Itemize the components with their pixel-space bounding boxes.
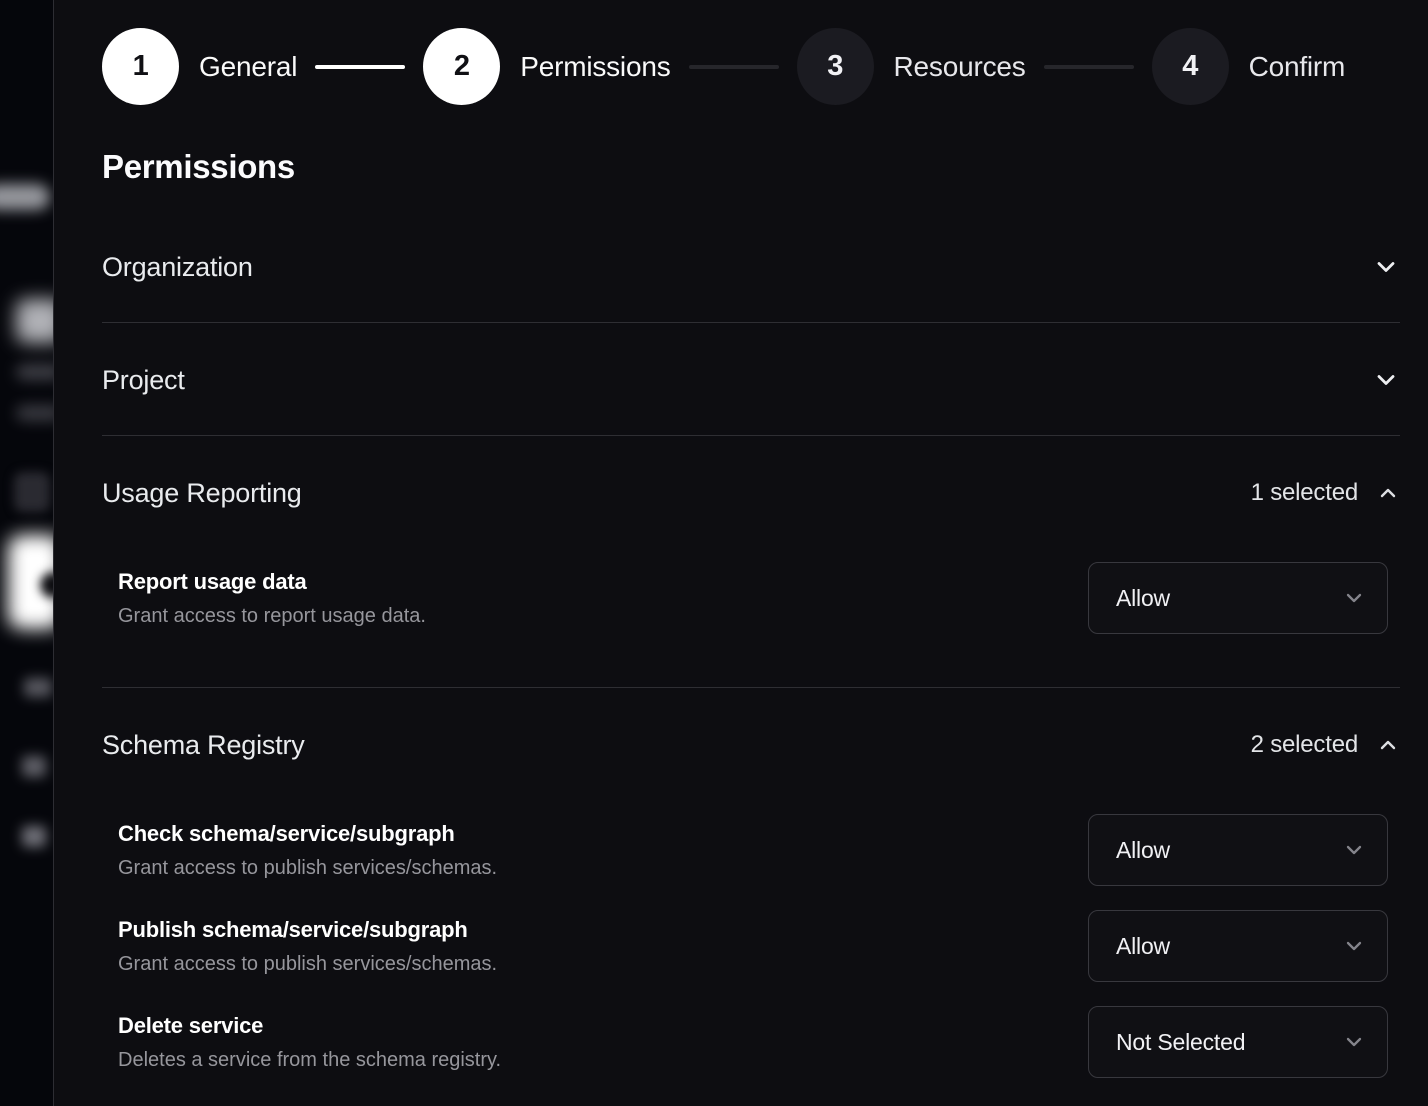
permission-row-check-schema: Check schema/service/subgraph Grant acce…: [118, 814, 1388, 886]
chevron-down-icon: [1342, 1030, 1366, 1054]
section-project: Project: [102, 323, 1400, 436]
permission-description: Grant access to publish services/schemas…: [118, 856, 497, 880]
permission-description: Deletes a service from the schema regist…: [118, 1048, 501, 1072]
step-permissions[interactable]: 2 Permissions: [423, 28, 670, 105]
wizard-stepper: 1 General 2 Permissions 3 Resources 4 Co…: [102, 28, 1400, 105]
step-number-circle: 3: [797, 28, 874, 105]
permission-select-publish-schema[interactable]: Allow: [1088, 910, 1388, 982]
blurred-sidebar-icon: [14, 472, 50, 512]
step-resources[interactable]: 3 Resources: [797, 28, 1026, 105]
screen: 1 General 2 Permissions 3 Resources 4 Co…: [0, 0, 1428, 1106]
permission-description: Grant access to publish services/schemas…: [118, 952, 497, 976]
permission-description: Grant access to report usage data.: [118, 604, 426, 628]
permission-list: Report usage data Grant access to report…: [102, 562, 1400, 687]
blurred-sidebar-item: [16, 299, 54, 343]
permission-select-check-schema[interactable]: Allow: [1088, 814, 1388, 886]
select-value: Not Selected: [1116, 1029, 1245, 1056]
step-number-circle: 1: [102, 28, 179, 105]
chevron-up-icon: [1376, 733, 1400, 757]
step-connector: [1044, 65, 1134, 69]
section-schema-registry-header[interactable]: Schema Registry 2 selected: [102, 688, 1400, 760]
step-number-circle: 2: [423, 28, 500, 105]
permission-name: Delete service: [118, 1013, 501, 1039]
blurred-sidebar-item: [22, 826, 46, 847]
chevron-down-icon: [1372, 366, 1400, 394]
permission-sections: Organization Project: [102, 210, 1400, 1106]
selected-count-badge: 2 selected: [1251, 731, 1358, 759]
step-general[interactable]: 1 General: [102, 28, 297, 105]
background-sidebar: [0, 0, 54, 1106]
step-label: Confirm: [1249, 51, 1346, 83]
step-label: General: [199, 51, 297, 83]
page-title: Permissions: [102, 148, 1400, 186]
chevron-down-icon: [1342, 934, 1366, 958]
chevron-down-icon: [1342, 586, 1366, 610]
chevron-up-icon: [1376, 481, 1400, 505]
section-organization: Organization: [102, 210, 1400, 323]
permission-name: Report usage data: [118, 569, 426, 595]
section-schema-registry: Schema Registry 2 selected Check schema/…: [102, 688, 1400, 1106]
blurred-sidebar-item: [22, 756, 46, 777]
selected-count-badge: 1 selected: [1251, 479, 1358, 507]
step-label: Resources: [894, 51, 1026, 83]
blurred-sidebar-item: [0, 184, 50, 210]
chevron-down-icon: [1372, 253, 1400, 281]
step-number-circle: 4: [1152, 28, 1229, 105]
section-project-header[interactable]: Project: [102, 323, 1400, 435]
blurred-sidebar-item: [16, 405, 54, 421]
permission-row-delete-service: Delete service Deletes a service from th…: [118, 1006, 1388, 1078]
section-organization-header[interactable]: Organization: [102, 210, 1400, 322]
permission-name: Publish schema/service/subgraph: [118, 917, 497, 943]
step-connector: [689, 65, 779, 69]
blurred-sidebar-item: [16, 364, 54, 380]
step-label: Permissions: [520, 51, 670, 83]
blurred-sidebar-item: [24, 678, 52, 697]
section-usage-reporting: Usage Reporting 1 selected Report usage …: [102, 436, 1400, 688]
permission-select-delete-service[interactable]: Not Selected: [1088, 1006, 1388, 1078]
section-title: Project: [102, 365, 185, 395]
section-title: Schema Registry: [102, 730, 305, 760]
select-value: Allow: [1116, 585, 1170, 612]
section-usage-reporting-header[interactable]: Usage Reporting 1 selected: [102, 436, 1400, 508]
permission-name: Check schema/service/subgraph: [118, 821, 497, 847]
step-connector: [315, 65, 405, 69]
permission-list: Check schema/service/subgraph Grant acce…: [102, 814, 1400, 1106]
chevron-down-icon: [1342, 838, 1366, 862]
section-title: Usage Reporting: [102, 478, 302, 508]
permission-row-report-usage-data: Report usage data Grant access to report…: [118, 562, 1388, 634]
step-confirm[interactable]: 4 Confirm: [1152, 28, 1346, 105]
select-value: Allow: [1116, 837, 1170, 864]
wizard-panel: 1 General 2 Permissions 3 Resources 4 Co…: [54, 0, 1428, 1106]
permission-select-report-usage-data[interactable]: Allow: [1088, 562, 1388, 634]
permission-row-publish-schema: Publish schema/service/subgraph Grant ac…: [118, 910, 1388, 982]
select-value: Allow: [1116, 933, 1170, 960]
section-title: Organization: [102, 252, 253, 282]
